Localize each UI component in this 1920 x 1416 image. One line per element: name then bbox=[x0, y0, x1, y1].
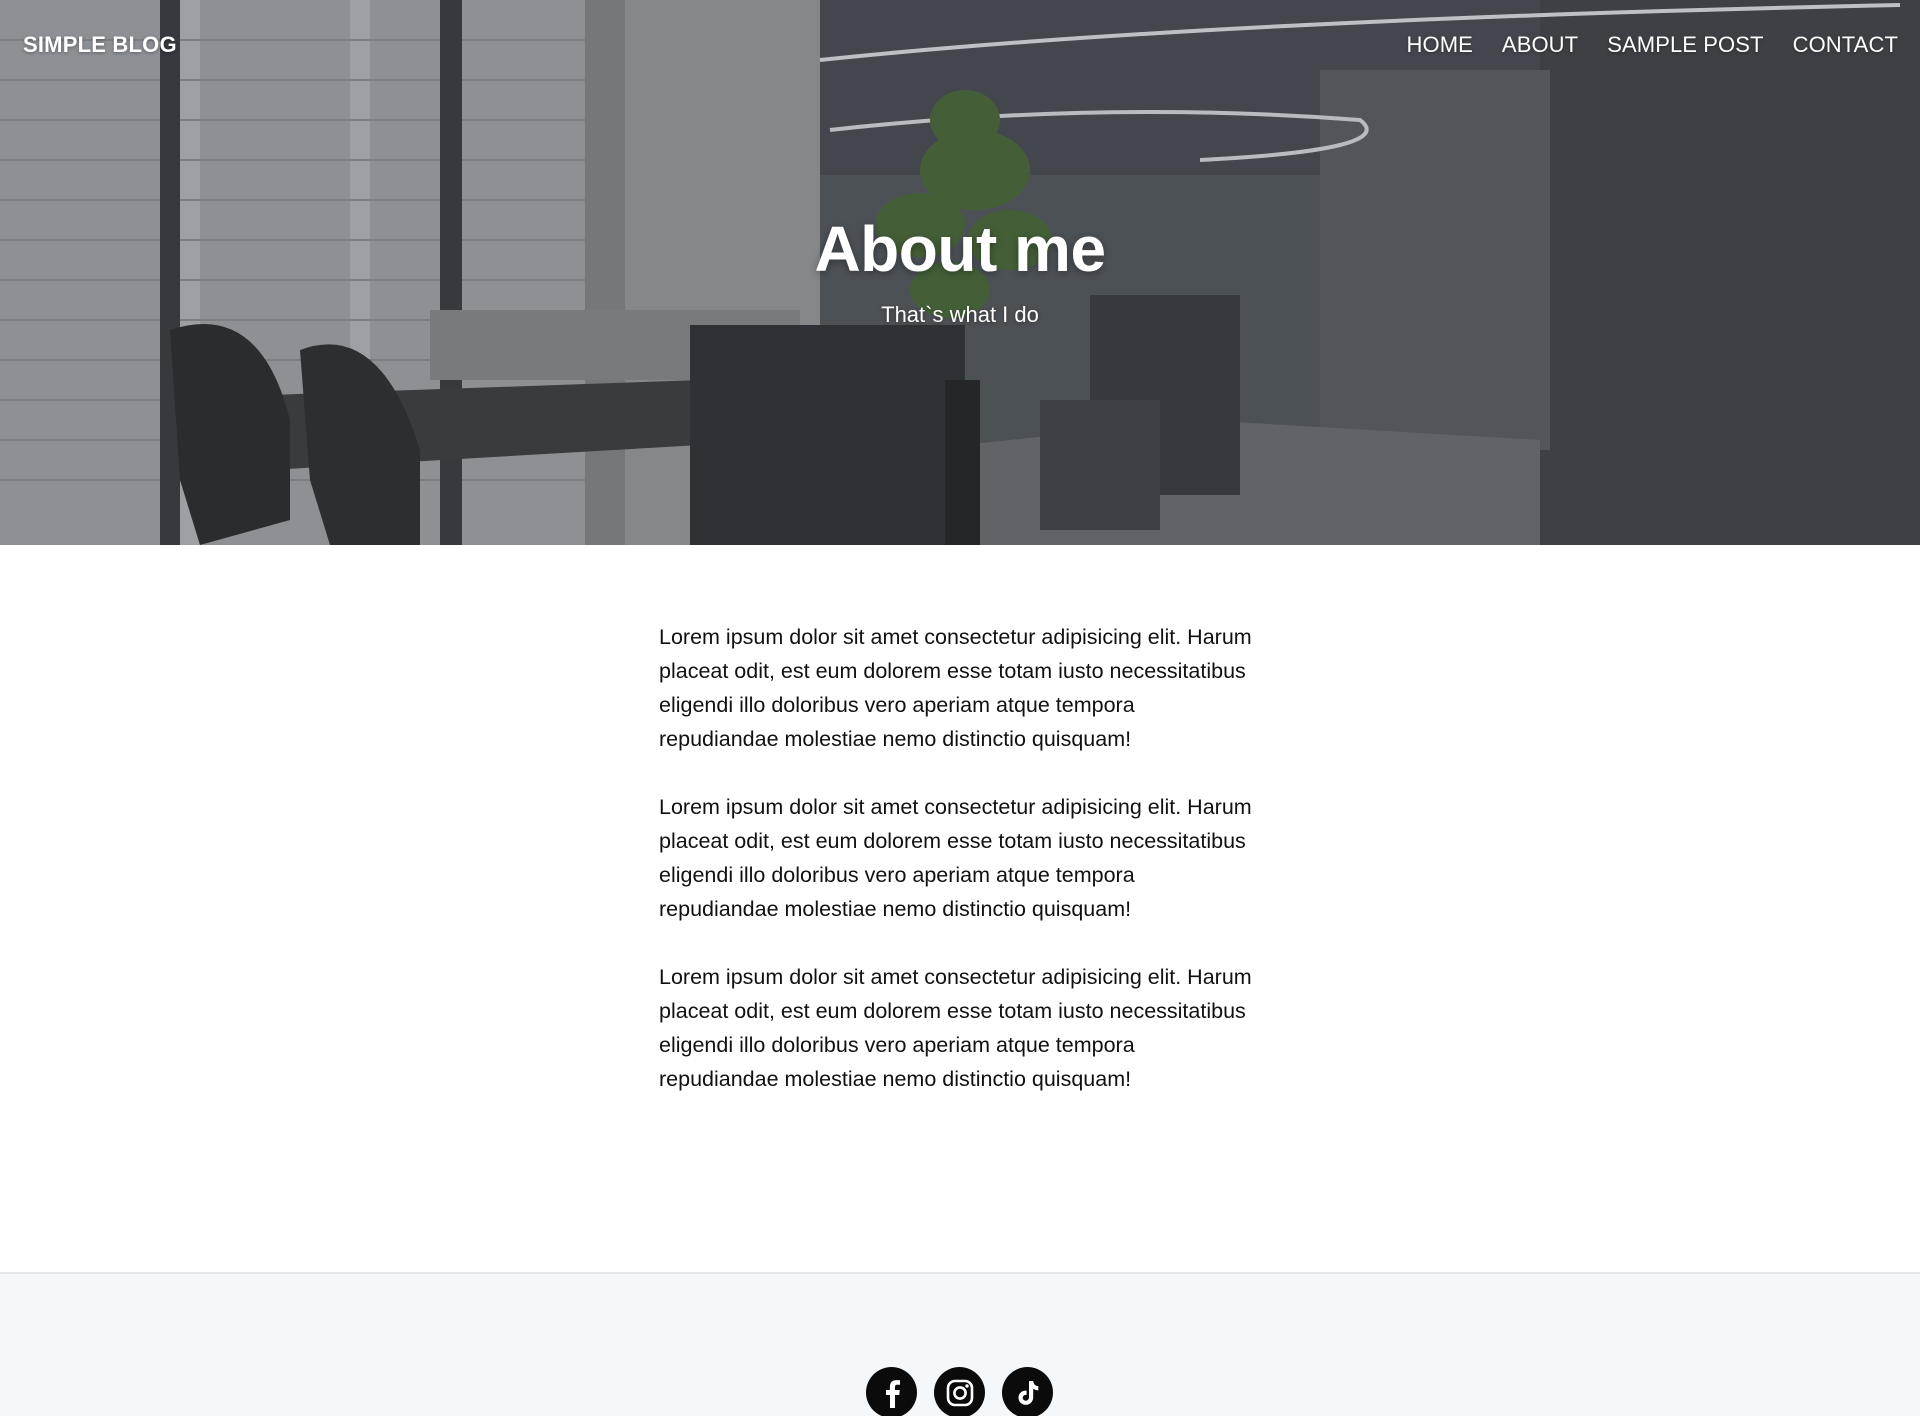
site-footer bbox=[0, 1272, 1920, 1416]
nav-link-contact[interactable]: CONTACT bbox=[1793, 32, 1898, 58]
nav-link-sample-post[interactable]: SAMPLE POST bbox=[1607, 32, 1763, 58]
nav-link-about[interactable]: ABOUT bbox=[1502, 32, 1578, 58]
tiktok-link[interactable] bbox=[1002, 1367, 1053, 1416]
brand-logo-link[interactable]: SIMPLE BLOG bbox=[23, 32, 177, 58]
about-content: Lorem ipsum dolor sit amet consectetur a… bbox=[659, 620, 1259, 1130]
tiktok-icon bbox=[1018, 1380, 1038, 1405]
social-links bbox=[866, 1367, 1053, 1416]
page-title: About me bbox=[814, 213, 1106, 285]
top-navigation-bar: SIMPLE BLOG HOME ABOUT SAMPLE POST CONTA… bbox=[0, 0, 1920, 92]
about-paragraph: Lorem ipsum dolor sit amet consectetur a… bbox=[659, 625, 1252, 751]
main-nav: HOME ABOUT SAMPLE POST CONTACT bbox=[1407, 32, 1898, 58]
hero-banner: SIMPLE BLOG HOME ABOUT SAMPLE POST CONTA… bbox=[0, 0, 1920, 545]
instagram-icon bbox=[946, 1379, 973, 1406]
page-subtitle: That`s what I do bbox=[881, 302, 1039, 327]
about-paragraph: Lorem ipsum dolor sit amet consectetur a… bbox=[659, 795, 1252, 921]
nav-link-home[interactable]: HOME bbox=[1407, 32, 1473, 58]
facebook-icon bbox=[885, 1379, 900, 1408]
facebook-link[interactable] bbox=[866, 1367, 917, 1416]
instagram-link[interactable] bbox=[934, 1367, 985, 1416]
about-paragraph: Lorem ipsum dolor sit amet consectetur a… bbox=[659, 965, 1252, 1091]
